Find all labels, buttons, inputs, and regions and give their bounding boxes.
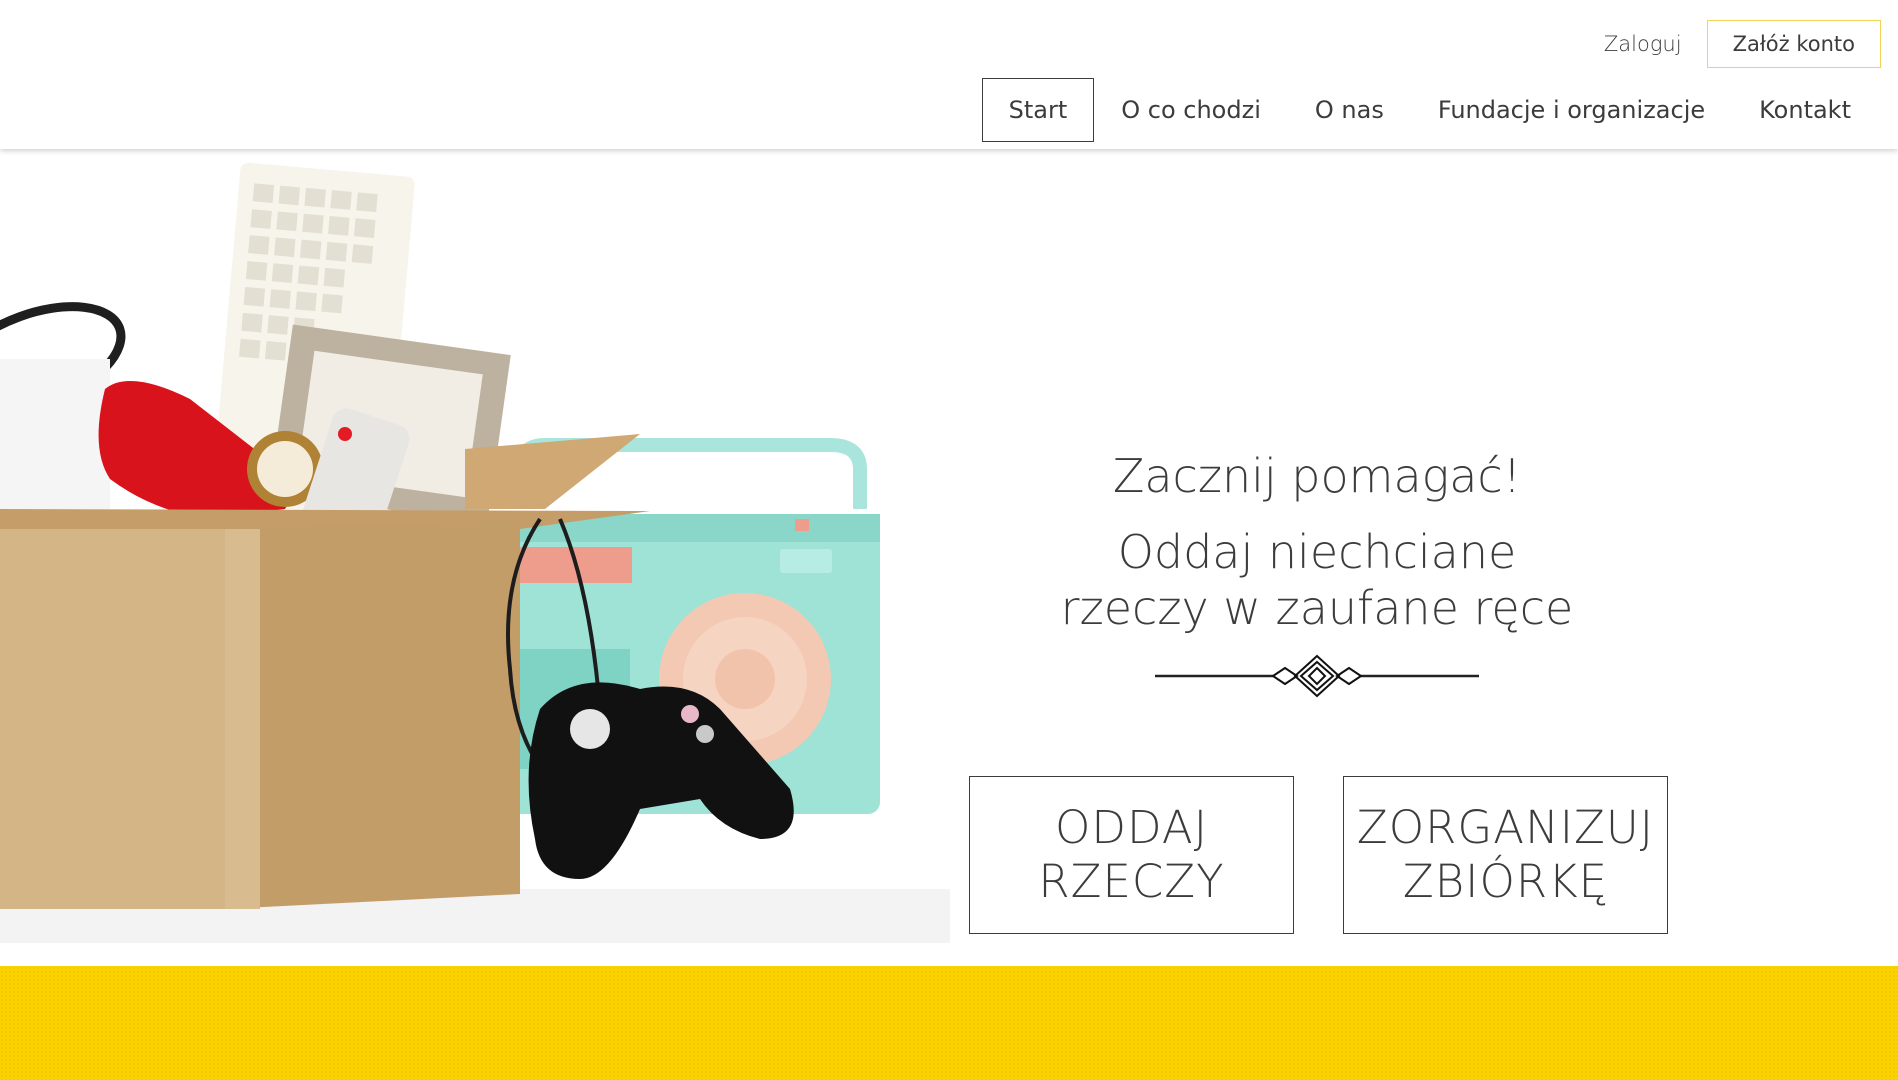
register-button[interactable]: Załóż konto (1706, 20, 1881, 68)
hero-content: Zacznij pomagać! Oddaj niechciane rzeczy… (950, 149, 1684, 969)
nav-item-start[interactable]: Start (981, 78, 1095, 142)
hero-subheading: Oddaj niechciane rzeczy w zaufane ręce (1060, 525, 1574, 635)
nav-item-about-us[interactable]: O nas (1288, 78, 1411, 142)
organize-collection-button[interactable]: ZORGANIZUJ ZBIÓRKĘ (1343, 776, 1668, 934)
site-header: Zaloguj Załóż konto Start O co chodzi O … (0, 0, 1898, 149)
main-nav: Start O co chodzi O nas Fundacje i organ… (981, 78, 1878, 142)
hero-heading: Zacznij pomagać! (1112, 449, 1522, 503)
ornament-divider-icon (1155, 654, 1479, 698)
nav-item-contact[interactable]: Kontakt (1732, 78, 1878, 142)
donation-box-illustration (0, 162, 950, 943)
give-items-button[interactable]: ODDAJ RZECZY (969, 776, 1294, 934)
hero-image (0, 149, 950, 943)
auth-area: Zaloguj Załóż konto (1604, 20, 1881, 68)
nav-item-foundations[interactable]: Fundacje i organizacje (1411, 78, 1732, 142)
nav-item-about-what[interactable]: O co chodzi (1094, 78, 1288, 142)
yellow-stats-band (0, 966, 1898, 1080)
login-link[interactable]: Zaloguj (1604, 32, 1682, 56)
